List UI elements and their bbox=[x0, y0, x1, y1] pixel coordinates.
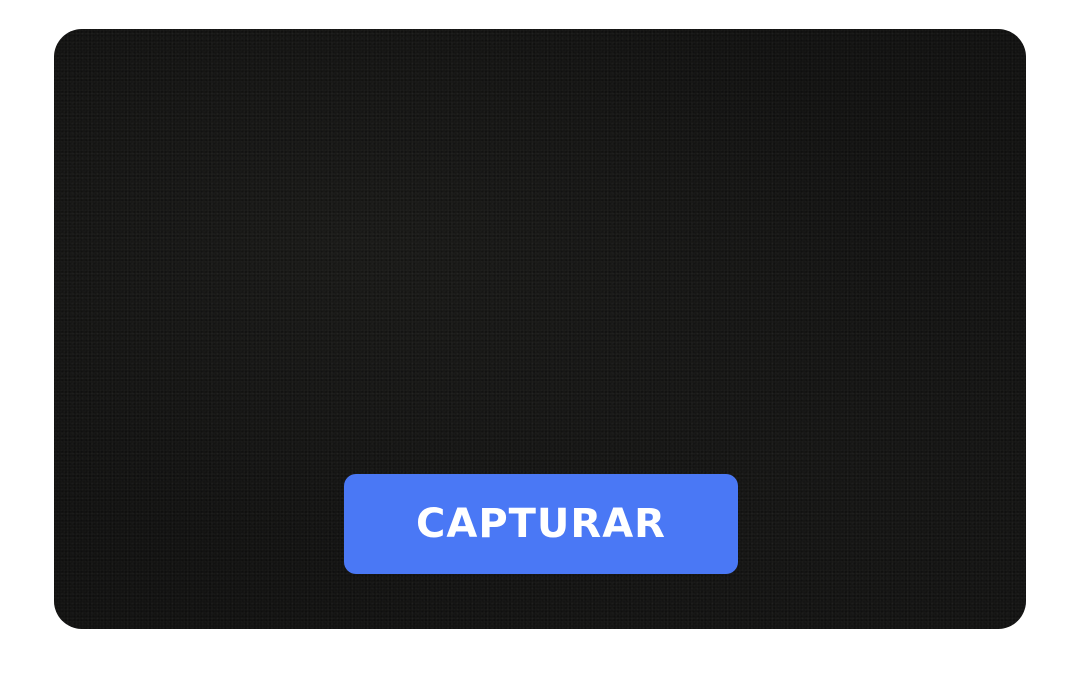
camera-viewfinder: CAPTURAR bbox=[54, 29, 1026, 629]
page: CAPTURAR bbox=[0, 0, 1080, 673]
capture-button[interactable]: CAPTURAR bbox=[344, 474, 738, 574]
